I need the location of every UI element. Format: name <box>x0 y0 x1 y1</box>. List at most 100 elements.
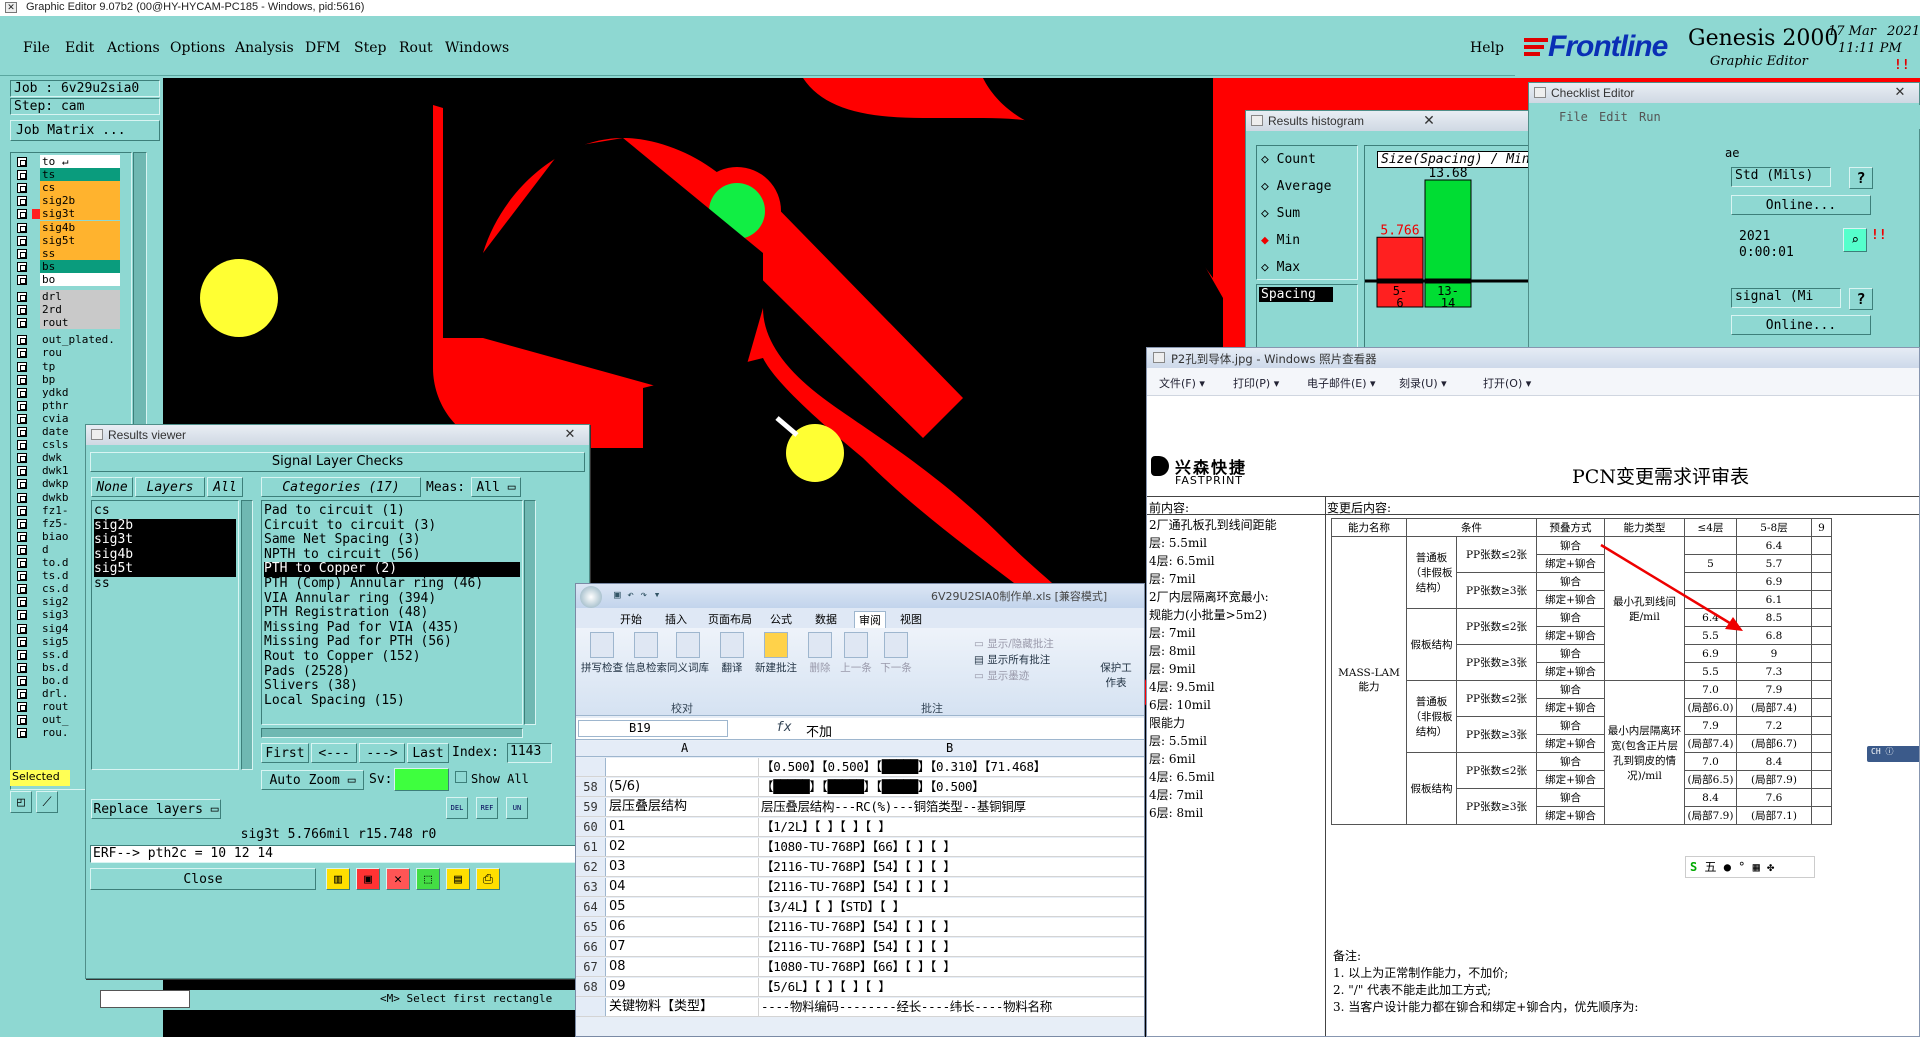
category-item[interactable]: Same Net Spacing (3) <box>264 533 520 548</box>
row-number[interactable]: 58 <box>576 778 606 796</box>
result-layer-item[interactable]: cs <box>94 503 236 519</box>
sheet-row[interactable]: 【0.500】【0.500】【█████】【0.310】【71.468】 <box>576 758 1144 777</box>
option-max[interactable]: ◇ Max <box>1261 260 1300 275</box>
layer-checkbox[interactable] <box>17 544 27 555</box>
row-number[interactable]: 66 <box>576 938 606 956</box>
layer-checkbox[interactable] <box>17 689 27 699</box>
row-number[interactable]: 64 <box>576 898 606 916</box>
layer-checkbox[interactable] <box>17 348 27 359</box>
row-number[interactable]: 67 <box>576 958 606 976</box>
layer-name[interactable]: bp <box>40 372 120 386</box>
layer-row-12[interactable]: rout <box>12 316 130 330</box>
delete-tool-icon[interactable]: DEL <box>446 797 468 819</box>
col-a-header[interactable]: A <box>681 741 688 755</box>
layer-checkbox[interactable] <box>17 702 27 713</box>
function-icon[interactable]: fx <box>776 720 792 735</box>
menu-actions[interactable]: Actions <box>107 40 160 56</box>
none-button[interactable]: None <box>91 477 133 497</box>
menu-edit[interactable]: Edit <box>65 40 94 56</box>
last-button[interactable]: Last <box>407 743 449 763</box>
menu-options[interactable]: Options <box>170 40 225 56</box>
layer-name[interactable]: bo <box>40 272 120 286</box>
undo-tool-icon[interactable]: UN <box>506 797 528 819</box>
histogram-bar-1[interactable] <box>1376 236 1424 280</box>
sheet-row[interactable]: 65 06 【2116-TU-768P】【54】【 】【 】 <box>576 918 1144 937</box>
layer-checkbox[interactable] <box>17 427 27 437</box>
layer-row-11[interactable]: 2rd <box>12 303 130 317</box>
result-layer-item[interactable]: ss <box>94 576 236 592</box>
prev-button[interactable]: <--- <box>311 743 357 763</box>
row-number[interactable]: 68 <box>576 978 606 996</box>
help-icon[interactable]: ? <box>1849 167 1873 189</box>
layer-row-5[interactable]: sig4b <box>12 220 130 235</box>
layer-row-4[interactable]: sig3t <box>12 207 130 221</box>
layer-row-7[interactable]: ss <box>12 246 130 261</box>
layer-row-10[interactable]: drl <box>12 290 130 304</box>
col-b-header[interactable]: B <box>946 741 953 755</box>
photo-menu-2[interactable]: 电子邮件(E) ▾ <box>1307 375 1376 391</box>
layer-name[interactable]: sig4b <box>40 220 120 234</box>
ime-badge[interactable]: CH ⓘ <box>1867 746 1919 762</box>
cell-b[interactable]: 【1/2L】【 】【 】【 】 <box>758 818 1144 836</box>
next-button[interactable]: ---> <box>359 743 405 763</box>
help-icon-2[interactable]: ? <box>1849 288 1873 310</box>
checklist-menu-run[interactable]: Run <box>1639 110 1661 124</box>
first-button[interactable]: First <box>261 743 309 763</box>
layer-row-0[interactable]: to ↵ <box>12 155 130 169</box>
zoom-icon[interactable]: ⌕ <box>1843 228 1867 252</box>
ribbon-tab-5[interactable]: 审阅 <box>854 611 886 628</box>
ribbon-button-0[interactable]: 拼写检查 <box>580 632 624 675</box>
ribbon-protect-0[interactable]: 保护工作表 <box>1096 632 1136 690</box>
layer-name[interactable]: ss <box>40 246 120 260</box>
layer-checkbox[interactable] <box>17 361 27 372</box>
cell-a[interactable]: 05 <box>607 898 757 916</box>
layer-name[interactable]: ydkd <box>40 385 120 399</box>
select-tool-icon[interactable]: ◰ <box>10 791 32 813</box>
sheet-row[interactable]: 63 04 【2116-TU-768P】【54】【 】【 】 <box>576 878 1144 897</box>
export-icon[interactable]: ⬚ <box>416 868 440 890</box>
report-icon[interactable]: ▥ <box>326 868 350 890</box>
spacing-violation-marker[interactable] <box>775 416 799 437</box>
cell-a[interactable]: 08 <box>607 958 757 976</box>
sheet-row[interactable]: 64 05 【3/4L】【 】【STD】【 】 <box>576 898 1144 917</box>
quick-access-icons[interactable]: ▣ ↶ ↷ ▾ <box>614 588 660 601</box>
category-item[interactable]: Missing Pad for PTH (56) <box>264 635 520 650</box>
layers-scrollbar[interactable] <box>241 500 253 770</box>
layer-checkbox[interactable] <box>17 274 27 285</box>
ribbon-tab-6[interactable]: 视图 <box>896 611 926 627</box>
ribbon-tab-1[interactable]: 插入 <box>661 611 691 627</box>
sheet-row[interactable]: 67 08 【1080-TU-768P】【66】【 】【 】 <box>576 958 1144 977</box>
row-number[interactable]: 59 <box>576 798 606 816</box>
layer-row-18[interactable]: pthr <box>12 398 130 413</box>
cell-b[interactable]: 【1080-TU-768P】【66】【 】【 】 <box>758 838 1144 856</box>
ribbon-button-4[interactable]: 新建批注 <box>754 632 798 675</box>
cell-b[interactable]: 层压叠层结构---RC(%)---铜箔类型--基铜铜厚 <box>758 798 1144 816</box>
layer-row-1[interactable]: ts <box>12 168 130 182</box>
ribbon-protect-1[interactable]: 工 <box>1136 632 1144 675</box>
category-item[interactable]: Local Spacing (15) <box>264 693 520 709</box>
ribbon-button-6[interactable]: 上一条 <box>834 632 878 675</box>
cell-b[interactable]: 【3/4L】【 】【STD】【 】 <box>758 898 1144 916</box>
show-all-checkbox[interactable] <box>455 771 467 783</box>
result-layer-item[interactable]: sig2b <box>94 518 236 534</box>
menu-step[interactable]: Step <box>354 40 386 56</box>
photo-menu-0[interactable]: 文件(F) ▾ <box>1159 375 1205 391</box>
cell-b[interactable]: ----物料编码--------经长----纬长----物料名称 <box>758 998 1144 1016</box>
cell-a[interactable]: 06 <box>607 918 757 936</box>
layer-name[interactable]: out_plated. <box>40 333 120 347</box>
menu-analysis[interactable]: Analysis <box>235 40 294 56</box>
close-icon[interactable]: ✕ <box>1887 85 1913 100</box>
layer-row-6[interactable]: sig5t <box>12 233 130 248</box>
sheet-row[interactable]: 68 09 【5/6L】【 】【 】【 】 <box>576 978 1144 997</box>
layer-row-16[interactable]: bp <box>12 372 130 387</box>
layer-row-13[interactable]: out_plated. <box>12 333 130 347</box>
layer-row-15[interactable]: tp <box>12 359 130 374</box>
row-number[interactable]: 62 <box>576 858 606 876</box>
layer-name[interactable]: rou <box>40 346 120 360</box>
ribbon-tab-0[interactable]: 开始 <box>616 611 646 627</box>
menu-file[interactable]: File <box>23 40 50 56</box>
menu-help[interactable]: Help <box>1470 40 1504 56</box>
cell-a[interactable]: 关键物料【类型】 <box>607 998 757 1016</box>
name-box[interactable]: B19 <box>578 720 728 737</box>
sheet-row[interactable]: 62 03 【2116-TU-768P】【54】【 】【 】 <box>576 858 1144 877</box>
